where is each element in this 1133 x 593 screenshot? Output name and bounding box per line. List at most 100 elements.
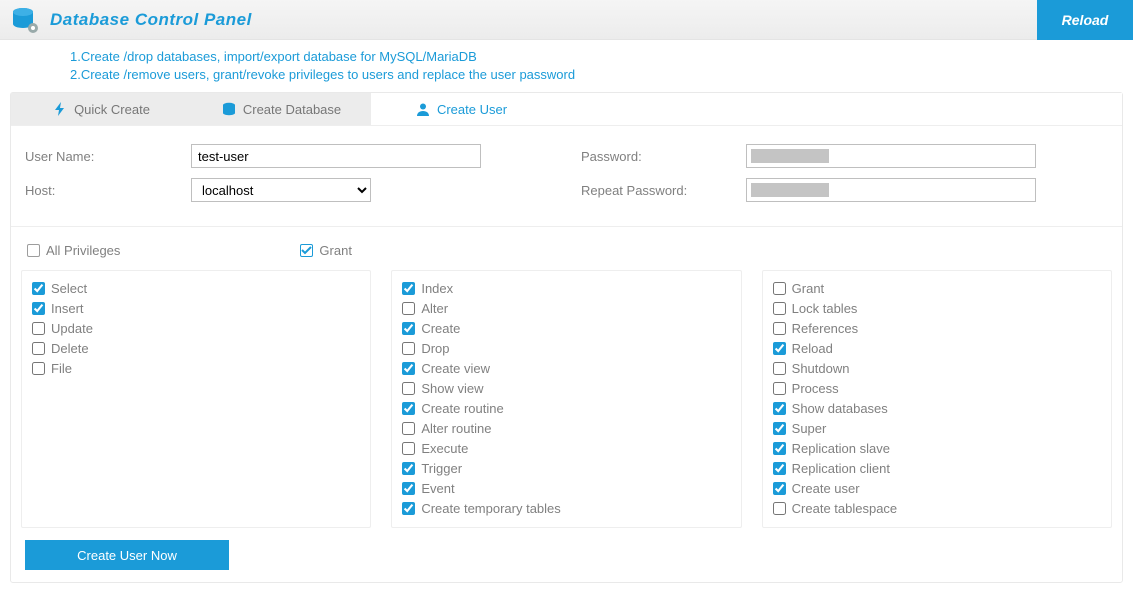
create-user-button[interactable]: Create User Now <box>25 540 229 570</box>
checkbox-label: Show databases <box>792 399 888 418</box>
privilege-checkbox[interactable]: Event <box>402 479 730 498</box>
checkbox-label: Insert <box>51 299 84 318</box>
user-form: User Name: Password: Host: localhost Rep… <box>11 126 1122 227</box>
checkbox-input[interactable] <box>402 462 415 475</box>
tab-create-user[interactable]: Create User <box>371 93 551 125</box>
checkbox-input[interactable] <box>32 362 45 375</box>
checkbox-label: Alter routine <box>421 419 491 438</box>
checkbox-input[interactable] <box>402 322 415 335</box>
privilege-checkbox[interactable]: Delete <box>32 339 360 358</box>
checkbox-input[interactable] <box>32 342 45 355</box>
repeat-password-input[interactable] <box>746 178 1036 202</box>
checkbox-input[interactable] <box>32 322 45 335</box>
privilege-checkbox[interactable]: Grant <box>773 279 1101 298</box>
checkbox-label: Replication client <box>792 459 890 478</box>
checkbox-input[interactable] <box>32 282 45 295</box>
checkbox-input[interactable] <box>773 382 786 395</box>
checkbox-input[interactable] <box>402 382 415 395</box>
checkbox-input[interactable] <box>402 282 415 295</box>
checkbox-label: Delete <box>51 339 89 358</box>
tab-label: Quick Create <box>74 102 150 117</box>
checkbox-input[interactable] <box>773 462 786 475</box>
checkbox-label: Select <box>51 279 87 298</box>
privilege-checkbox[interactable]: Process <box>773 379 1101 398</box>
privilege-checkbox[interactable]: Create temporary tables <box>402 499 730 518</box>
tab-quick-create[interactable]: Quick Create <box>11 93 191 125</box>
all-privileges-checkbox[interactable]: All Privileges <box>27 241 120 260</box>
checkbox-label: Event <box>421 479 454 498</box>
privilege-checkbox[interactable]: Super <box>773 419 1101 438</box>
privilege-checkbox[interactable]: Create <box>402 319 730 338</box>
privilege-checkbox[interactable]: Replication client <box>773 459 1101 478</box>
checkbox-input[interactable] <box>402 362 415 375</box>
privilege-checkbox[interactable]: Reload <box>773 339 1101 358</box>
privilege-checkbox[interactable]: Alter <box>402 299 730 318</box>
grant-checkbox[interactable]: Grant <box>300 241 352 260</box>
tab-create-database[interactable]: Create Database <box>191 93 371 125</box>
checkbox-input[interactable] <box>773 422 786 435</box>
privilege-checkbox[interactable]: Show view <box>402 379 730 398</box>
privilege-checkbox[interactable]: Drop <box>402 339 730 358</box>
privilege-checkbox[interactable]: Show databases <box>773 399 1101 418</box>
host-select[interactable]: localhost <box>191 178 371 202</box>
checkbox-input[interactable] <box>402 402 415 415</box>
privilege-checkbox[interactable]: Create view <box>402 359 730 378</box>
checkbox-label: Reload <box>792 339 833 358</box>
privilege-checkbox[interactable]: Create tablespace <box>773 499 1101 518</box>
privilege-checkbox[interactable]: Shutdown <box>773 359 1101 378</box>
checkbox-box <box>300 244 313 257</box>
password-input[interactable] <box>746 144 1036 168</box>
checkbox-input[interactable] <box>773 282 786 295</box>
checkbox-input[interactable] <box>402 442 415 455</box>
checkbox-input[interactable] <box>402 302 415 315</box>
privilege-checkbox[interactable]: References <box>773 319 1101 338</box>
privilege-columns: SelectInsertUpdateDeleteFile IndexAlterC… <box>21 270 1112 528</box>
tab-label: Create User <box>437 102 507 117</box>
privilege-checkbox[interactable]: Alter routine <box>402 419 730 438</box>
username-input[interactable] <box>191 144 481 168</box>
checkbox-label: Drop <box>421 339 449 358</box>
checkbox-input[interactable] <box>402 502 415 515</box>
privilege-checkbox[interactable]: Trigger <box>402 459 730 478</box>
privilege-checkbox[interactable]: Insert <box>32 299 360 318</box>
privilege-checkbox[interactable]: Select <box>32 279 360 298</box>
checkbox-input[interactable] <box>773 482 786 495</box>
privilege-checkbox[interactable]: Update <box>32 319 360 338</box>
repeat-password-label: Repeat Password: <box>581 183 746 198</box>
description-line-2: 2.Create /remove users, grant/revoke pri… <box>70 66 1133 84</box>
checkbox-input[interactable] <box>402 342 415 355</box>
checkbox-label: Create <box>421 319 460 338</box>
page-header: Database Control Panel Reload <box>0 0 1133 40</box>
bolt-icon <box>52 101 68 117</box>
privilege-checkbox[interactable]: Lock tables <box>773 299 1101 318</box>
privilege-checkbox[interactable]: Index <box>402 279 730 298</box>
checkbox-input[interactable] <box>773 442 786 455</box>
privilege-checkbox[interactable]: Execute <box>402 439 730 458</box>
checkbox-input[interactable] <box>773 302 786 315</box>
privilege-checkbox[interactable]: Create routine <box>402 399 730 418</box>
checkbox-input[interactable] <box>773 362 786 375</box>
privilege-checkbox[interactable]: Create user <box>773 479 1101 498</box>
checkbox-input[interactable] <box>773 402 786 415</box>
checkbox-label: Show view <box>421 379 483 398</box>
privilege-checkbox[interactable]: Replication slave <box>773 439 1101 458</box>
reload-button[interactable]: Reload <box>1037 0 1133 40</box>
database-icon <box>10 5 40 35</box>
checkbox-input[interactable] <box>773 322 786 335</box>
page-title: Database Control Panel <box>50 10 1037 30</box>
main-panel: Quick Create Create Database Create User… <box>10 92 1123 583</box>
checkbox-label: Alter <box>421 299 448 318</box>
checkbox-label: Grant <box>319 241 352 260</box>
checkbox-input[interactable] <box>773 502 786 515</box>
privilege-column-3: GrantLock tablesReferencesReloadShutdown… <box>762 270 1112 528</box>
database-small-icon <box>221 101 237 117</box>
privilege-checkbox[interactable]: File <box>32 359 360 378</box>
checkbox-label: Update <box>51 319 93 338</box>
password-label: Password: <box>581 149 746 164</box>
checkbox-input[interactable] <box>402 422 415 435</box>
checkbox-label: Replication slave <box>792 439 890 458</box>
checkbox-input[interactable] <box>773 342 786 355</box>
checkbox-input[interactable] <box>402 482 415 495</box>
checkbox-input[interactable] <box>32 302 45 315</box>
checkbox-label: Create routine <box>421 399 503 418</box>
